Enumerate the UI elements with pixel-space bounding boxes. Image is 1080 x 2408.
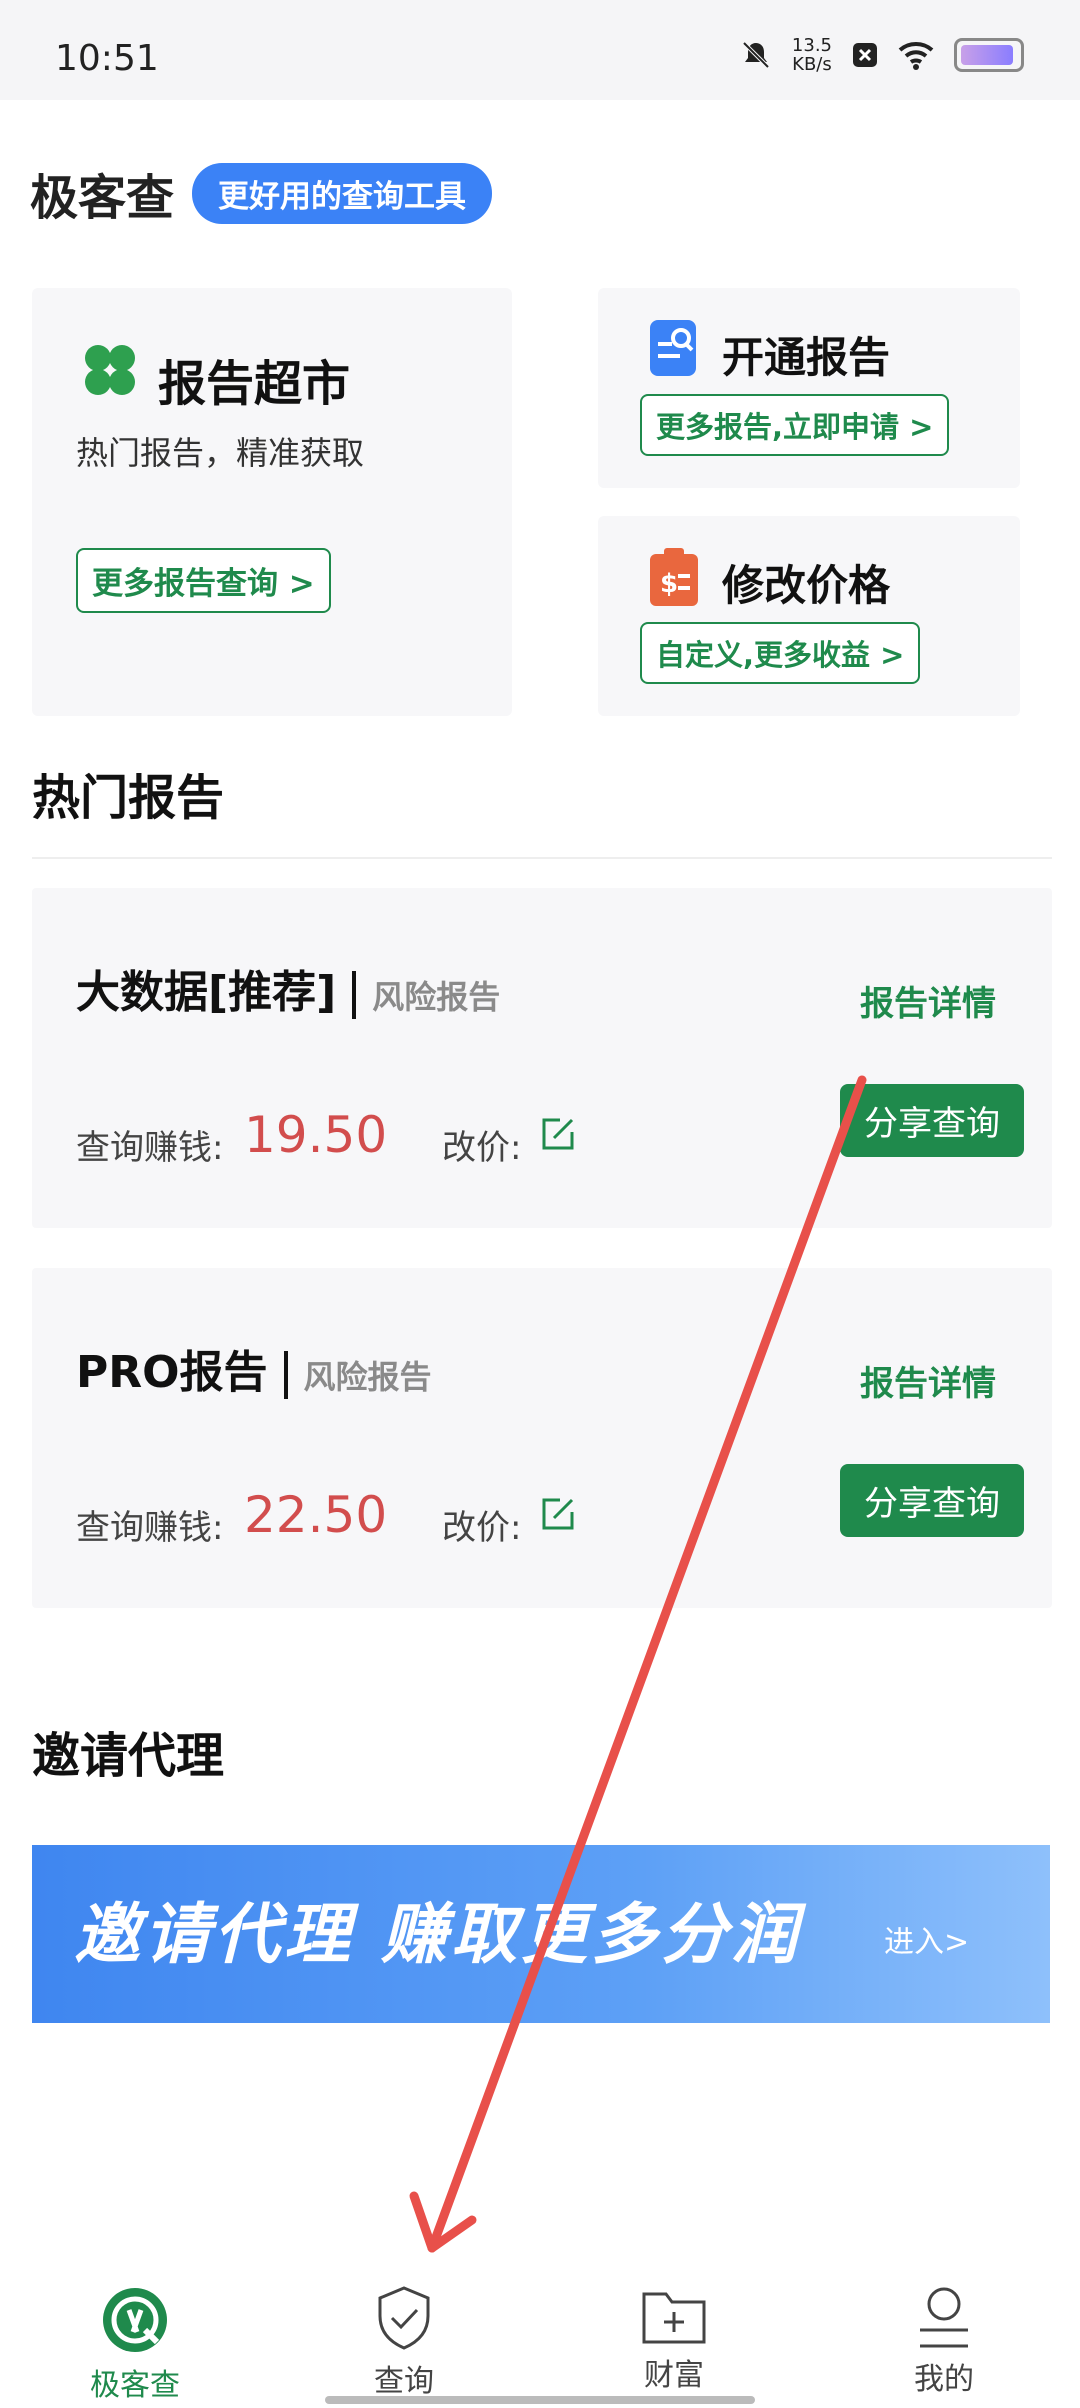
report-detail-link[interactable]: 报告详情 <box>860 976 996 1025</box>
edit-icon[interactable] <box>538 1114 578 1154</box>
separator <box>352 971 357 1019</box>
wifi-icon <box>898 42 934 70</box>
battery-icon <box>954 38 1024 72</box>
card-title: 修改价格 <box>722 561 891 610</box>
edit-price-label: 改价: <box>442 1128 522 1168</box>
tab-label: 我的 <box>914 2362 974 2397</box>
shield-check-icon <box>378 2286 430 2350</box>
bottom-tab-bar: 极客查 查询 财富 我的 <box>0 2260 1080 2408</box>
report-search-icon <box>650 320 696 376</box>
report-card: PRO报告 风险报告 报告详情 查询赚钱: 22.50 改价: 分享查询 <box>32 1268 1052 1608</box>
report-card: 大数据[推荐] 风险报告 报告详情 查询赚钱: 19.50 改价: 分享查询 <box>32 888 1052 1228</box>
share-query-button[interactable]: 分享查询 <box>840 1084 1024 1157</box>
tab-label: 查询 <box>374 2364 434 2399</box>
home-indicator <box>325 2396 755 2404</box>
earn-label: 查询赚钱: <box>76 1508 224 1548</box>
share-query-button[interactable]: 分享查询 <box>840 1464 1024 1537</box>
tab-label: 财富 <box>644 2358 704 2393</box>
app-name: 极客查 <box>30 170 175 226</box>
report-name: 大数据[推荐] <box>76 967 337 1018</box>
hot-reports-title: 热门报告 <box>32 770 225 826</box>
price-tag-icon: $ <box>650 548 698 606</box>
report-market-card[interactable]: 报告超市 热门报告，精准获取 更多报告查询 > <box>32 288 512 716</box>
tab-query[interactable]: 查询 <box>304 2284 504 2400</box>
earn-value: 22.50 <box>244 1486 388 1544</box>
banner-enter-link[interactable]: 进入> <box>884 1917 969 1961</box>
separator <box>283 1351 288 1399</box>
divider <box>32 857 1052 859</box>
banner-text: 邀请代理 赚取更多分润 <box>74 1896 801 1973</box>
status-bar: 10:51 13.5 KB/s <box>0 0 1080 100</box>
app-logo-icon <box>103 2288 167 2352</box>
user-icon <box>920 2287 968 2348</box>
more-report-query-button[interactable]: 更多报告查询 > <box>76 548 331 613</box>
tab-home[interactable]: 极客查 <box>35 2284 235 2404</box>
report-name: PRO报告 <box>76 1347 268 1398</box>
brand-header: 极客查 更好用的查询工具 <box>30 158 493 228</box>
svg-text:$: $ <box>660 569 678 599</box>
report-name-row: 大数据[推荐] 风险报告 <box>76 956 500 1020</box>
network-speed: 13.5 KB/s <box>791 35 832 75</box>
tab-wealth[interactable]: 财富 <box>574 2284 774 2394</box>
earn-value: 19.50 <box>244 1106 388 1164</box>
status-time: 10:51 <box>55 38 159 79</box>
open-report-card[interactable]: 开通报告 更多报告,立即申请 > <box>598 288 1020 488</box>
card-title: 开通报告 <box>722 333 891 382</box>
invite-title: 邀请代理 <box>32 1728 225 1784</box>
report-tag: 风险报告 <box>372 978 501 1016</box>
status-icons: 13.5 KB/s <box>740 36 1024 74</box>
report-tag: 风险报告 <box>303 1358 432 1396</box>
modify-price-card[interactable]: $ 修改价格 自定义,更多收益 > <box>598 516 1020 716</box>
edit-icon[interactable] <box>538 1494 578 1534</box>
tab-mine[interactable]: 我的 <box>844 2284 1044 2398</box>
invite-agent-banner[interactable]: 邀请代理 赚取更多分润 进入> <box>32 1845 1050 2023</box>
slogan-badge: 更好用的查询工具 <box>192 162 493 224</box>
clover-icon <box>85 345 135 395</box>
report-detail-link[interactable]: 报告详情 <box>860 1356 996 1405</box>
custom-price-button[interactable]: 自定义,更多收益 > <box>640 622 921 684</box>
close-box-icon <box>853 43 877 67</box>
card-title: 报告超市 <box>158 356 351 412</box>
earn-label: 查询赚钱: <box>76 1128 224 1168</box>
tab-label: 极客查 <box>90 2368 180 2403</box>
apply-report-button[interactable]: 更多报告,立即申请 > <box>640 394 950 456</box>
folder-plus-icon <box>642 2292 706 2344</box>
card-subtitle: 热门报告，精准获取 <box>76 434 365 472</box>
report-name-row: PRO报告 风险报告 <box>76 1336 432 1400</box>
edit-price-label: 改价: <box>442 1508 522 1548</box>
bell-muted-icon <box>742 41 770 69</box>
